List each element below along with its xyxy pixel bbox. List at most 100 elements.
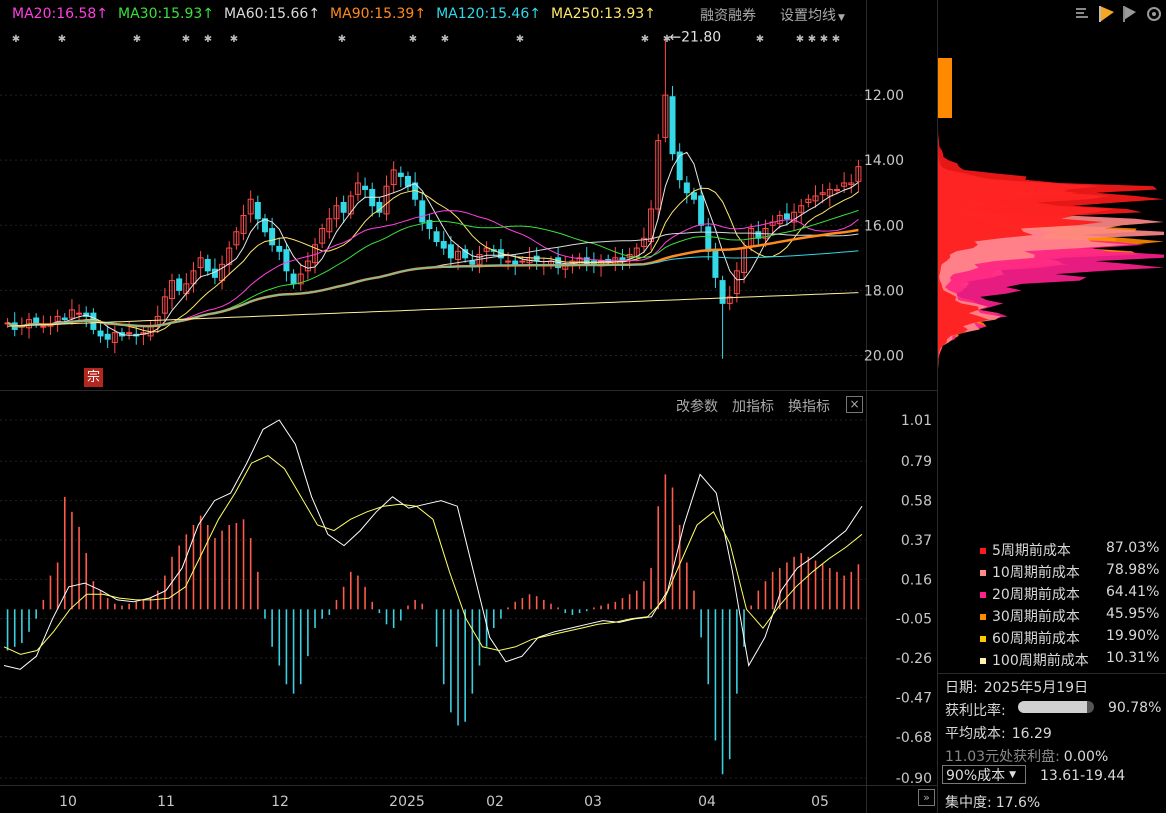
- macd-axis-label: -0.90: [896, 771, 932, 787]
- candle-body: [719, 280, 726, 304]
- candle-body: [211, 268, 218, 278]
- candle-body: [176, 278, 183, 291]
- date-label: 日期:: [945, 680, 978, 696]
- price-axis-label: 12.00: [864, 88, 904, 104]
- event-marker-icon: ✱: [808, 34, 816, 45]
- expand-icon[interactable]: »: [918, 789, 935, 806]
- macd-axis-label: -0.47: [896, 690, 932, 706]
- x-axis-label: 05: [811, 794, 829, 810]
- candle-body: [683, 182, 690, 194]
- candle-body: [362, 185, 369, 190]
- profit-label: 获利比率:: [945, 703, 1006, 719]
- cost-legend-100: 100周期前成本 10.31%: [980, 650, 1159, 670]
- event-marker-icon: ✱: [796, 34, 804, 45]
- ma5-line: [7, 151, 859, 336]
- legend-pct: 64.41%: [1106, 584, 1160, 600]
- candle-body: [469, 260, 476, 265]
- event-marker-icon: ✱: [409, 34, 417, 45]
- event-marker-icon: ✱: [832, 34, 840, 45]
- candle-body: [533, 255, 540, 262]
- avg-value: 16.29: [1011, 726, 1052, 742]
- candle-body: [269, 228, 276, 246]
- legend-pct: 10.31%: [1106, 650, 1160, 666]
- legend-swatch: [980, 570, 986, 576]
- close-icon[interactable]: ×: [846, 396, 863, 413]
- event-marker-icon: ✱: [663, 34, 671, 45]
- profit-at-label: 11.03元处获利盘:: [945, 749, 1060, 765]
- peak-label: ←21.80: [669, 30, 721, 46]
- candle-body: [404, 175, 411, 187]
- candle-body: [705, 226, 712, 252]
- dif-line: [3, 419, 863, 670]
- chip-distribution: [938, 58, 1164, 369]
- candle-body: [104, 333, 111, 340]
- candle-body: [276, 245, 283, 252]
- candle-body: [447, 244, 454, 259]
- info-divider: [938, 673, 1166, 674]
- macd-axis-label: -0.26: [896, 651, 932, 667]
- legend-label: 10周期前成本: [992, 565, 1080, 581]
- candle-body: [519, 260, 526, 263]
- cost-range-value: 13.61-19.44: [1040, 768, 1126, 784]
- profit-ratio-bar: [1018, 701, 1094, 713]
- candle-body: [419, 200, 426, 223]
- candle-body: [340, 201, 347, 213]
- event-marker-icon: ✱: [58, 34, 66, 45]
- date-value: 2025年5月19日: [983, 680, 1089, 696]
- macd-axis-label: 1.01: [901, 413, 932, 429]
- event-marker-icon: ✱: [230, 34, 238, 45]
- cost-legend-10: 10周期前成本 78.98%: [980, 562, 1159, 582]
- event-marker-icon: ✱: [516, 34, 524, 45]
- ma60-line: [7, 231, 859, 327]
- event-marker-icon: ✱: [204, 34, 212, 45]
- price-axis-label: 18.00: [864, 283, 904, 299]
- x-axis-label: 11: [157, 794, 175, 810]
- event-marker-icon: ✱: [12, 34, 20, 45]
- candle-body: [512, 260, 519, 265]
- candle-body: [783, 213, 790, 220]
- event-marker-icon: ✱: [441, 34, 449, 45]
- candle-body: [254, 201, 261, 220]
- cost-legend-20: 20周期前成本 64.41%: [980, 584, 1159, 604]
- chip-top-block: [938, 58, 952, 118]
- legend-label: 60周期前成本: [992, 631, 1080, 647]
- profit-at-value: 0.00%: [1063, 749, 1109, 765]
- add-indicator-button[interactable]: 加指标: [732, 396, 774, 416]
- event-marker-icon: ✱: [820, 34, 828, 45]
- macd-axis-label: 0.79: [901, 454, 932, 470]
- event-marker-icon: ✱: [133, 34, 141, 45]
- macd-axis-label: 0.37: [901, 533, 932, 549]
- legend-pct: 45.95%: [1106, 606, 1160, 622]
- x-axis-label: 04: [698, 794, 716, 810]
- candle-body: [126, 332, 133, 335]
- edit-params-button[interactable]: 改参数: [676, 396, 718, 416]
- legend-pct: 87.03%: [1106, 540, 1160, 556]
- price-axis-label: 20.00: [864, 348, 904, 364]
- price-axis-label: 14.00: [864, 153, 904, 169]
- cost-range-select[interactable]: 90%成本 ▼: [942, 765, 1026, 784]
- candle-body: [690, 192, 697, 200]
- avg-label: 平均成本:: [945, 726, 1006, 742]
- legend-swatch: [980, 636, 986, 642]
- candle-body: [669, 96, 676, 155]
- macd-axis-label: 0.58: [901, 494, 932, 510]
- macd-axis-label: -0.05: [896, 612, 932, 628]
- legend-label: 100周期前成本: [992, 653, 1089, 669]
- x-axis-label: 10: [59, 794, 77, 810]
- candle-body: [440, 241, 447, 249]
- margin-marker-badge[interactable]: 宗: [84, 368, 103, 387]
- x-axis-label: 03: [584, 794, 602, 810]
- event-marker-icon: ✱: [338, 34, 346, 45]
- concentration-value: 17.6%: [995, 795, 1041, 811]
- legend-pct: 78.98%: [1106, 562, 1160, 578]
- legend-swatch: [980, 592, 986, 598]
- switch-indicator-button[interactable]: 换指标: [788, 396, 830, 416]
- date-row: 日期: 2025年5月19日: [945, 677, 1088, 697]
- avg-cost-row: 平均成本: 16.29: [945, 723, 1052, 743]
- legend-label: 5周期前成本: [992, 543, 1071, 559]
- cost-legend-5: 5周期前成本 87.03%: [980, 540, 1159, 560]
- candle-body: [76, 312, 83, 315]
- candle-body: [698, 195, 705, 226]
- candle-body: [290, 273, 297, 285]
- candle-body: [712, 249, 719, 278]
